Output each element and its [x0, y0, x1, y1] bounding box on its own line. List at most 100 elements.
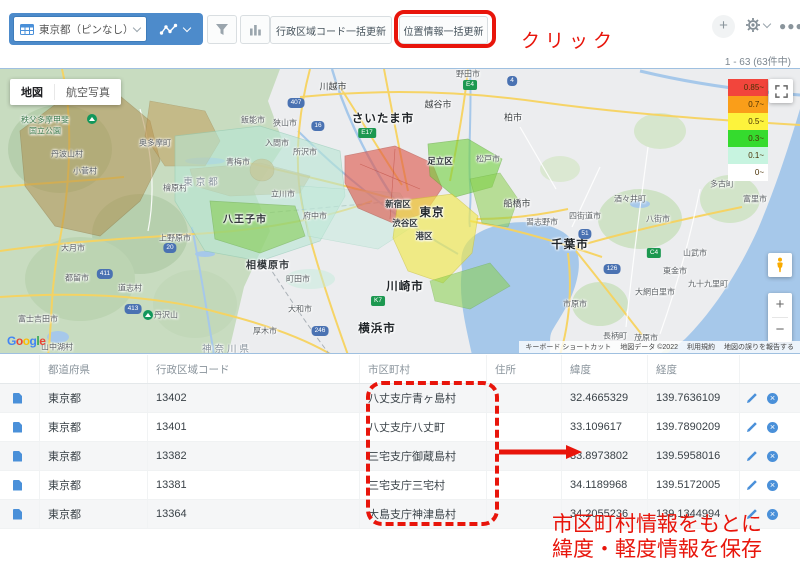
- location-update-button[interactable]: 位置情報一括更新: [399, 16, 488, 44]
- table-header-row: 都道府県 行政区域コード 市区町村 住所 緯度 経度: [0, 355, 800, 384]
- cell-city: 三宅支庁御蔵島村: [360, 442, 487, 470]
- cell-lng: 139.1344994: [648, 500, 740, 528]
- view-select-dropdown[interactable]: 東京都（ピンなし）: [13, 16, 147, 42]
- table-row[interactable]: 東京都 13381 三宅支庁三宅村 34.1189968 139.5172005 ×: [0, 471, 800, 500]
- cell-pref: 東京都: [40, 500, 148, 528]
- cell-code: 13401: [148, 413, 360, 441]
- zoom-control: + −: [768, 293, 792, 342]
- record-doc-icon[interactable]: [13, 421, 22, 433]
- delete-icon[interactable]: ×: [767, 479, 778, 491]
- legend-row: 0.5~: [728, 113, 768, 130]
- google-logo-letter: o: [15, 334, 23, 348]
- attribution-link[interactable]: キーボード ショートカット: [525, 342, 611, 352]
- edit-icon[interactable]: [746, 450, 758, 462]
- table-row[interactable]: 東京都 13401 八丈支庁八丈町 33.109617 139.7890209 ×: [0, 413, 800, 442]
- legend-row: 0.3~: [728, 130, 768, 147]
- record-doc-icon[interactable]: [13, 508, 22, 520]
- record-doc-icon[interactable]: [13, 479, 22, 491]
- record-pagination[interactable]: 1 - 63 (63件中): [725, 53, 791, 68]
- record-doc-icon[interactable]: [13, 450, 22, 462]
- toolbar: 東京都（ピンなし） 行政区域コード一括更新 位置情報一括更新 + ●●● 1 -…: [0, 0, 800, 68]
- cell-pref: 東京都: [40, 471, 148, 499]
- column-header: 緯度: [562, 355, 648, 383]
- zoom-in-button[interactable]: +: [768, 293, 792, 317]
- filter-icon: [216, 24, 228, 35]
- edit-icon[interactable]: [746, 508, 758, 520]
- column-header: 行政区域コード: [148, 355, 360, 383]
- pegman-control[interactable]: [768, 253, 792, 277]
- attribution-link[interactable]: 地図データ ©2022: [620, 342, 678, 352]
- column-header-empty: [0, 355, 40, 383]
- edit-icon[interactable]: [746, 421, 758, 433]
- row-actions: ×: [740, 471, 800, 499]
- legend-row: 0.7~: [728, 96, 768, 113]
- bar-chart-icon: [249, 25, 261, 36]
- cell-lng: 139.5172005: [648, 471, 740, 499]
- cell-pref: 東京都: [40, 442, 148, 470]
- cell-lat: 33.109617: [562, 413, 648, 441]
- settings-button[interactable]: [745, 17, 772, 33]
- column-header: 市区町村: [360, 355, 487, 383]
- admin-code-update-button[interactable]: 行政区域コード一括更新: [270, 16, 392, 44]
- cell-lng: 139.7890209: [648, 413, 740, 441]
- more-options-button[interactable]: ●●●: [779, 19, 800, 33]
- row-actions: ×: [740, 384, 800, 412]
- attribution-link[interactable]: 利用規約: [687, 342, 715, 352]
- zoom-out-button[interactable]: −: [768, 318, 792, 342]
- add-record-button[interactable]: +: [712, 15, 735, 38]
- graph-view-button[interactable]: [149, 16, 199, 42]
- cell-city: 八丈支庁八丈町: [360, 413, 487, 441]
- column-header: 都道府県: [40, 355, 148, 383]
- cell-address: [487, 384, 562, 412]
- pegman-icon: [777, 257, 783, 273]
- view-selector-group: 東京都（ピンなし）: [9, 13, 203, 45]
- table-view-icon: [20, 23, 34, 35]
- legend-row: 0~: [728, 164, 768, 181]
- map-legend: 0.85~ 0.7~ 0.5~ 0.3~ 0.1~ 0~: [728, 79, 768, 181]
- cell-lat: 33.8973802: [562, 442, 648, 470]
- cell-pref: 東京都: [40, 413, 148, 441]
- map-canvas[interactable]: [0, 69, 800, 354]
- cell-code: 13402: [148, 384, 360, 412]
- table-row[interactable]: 東京都 13402 八丈支庁青ヶ島村 32.4665329 139.7636109 ×: [0, 384, 800, 413]
- filter-button[interactable]: [207, 15, 237, 44]
- cell-lng: 139.5958016: [648, 442, 740, 470]
- chevron-down-icon: [762, 19, 772, 28]
- delete-icon[interactable]: ×: [767, 508, 778, 520]
- app-window: 東京都（ピンなし） 行政区域コード一括更新 位置情報一括更新 + ●●● 1 -…: [0, 0, 800, 573]
- google-logo-letter: o: [22, 334, 30, 348]
- record-doc-icon[interactable]: [13, 392, 22, 404]
- cell-city: 三宅支庁三宅村: [360, 471, 487, 499]
- column-header-empty: [740, 355, 800, 383]
- cell-lat: 32.4665329: [562, 384, 648, 412]
- record-table: 都道府県 行政区域コード 市区町村 住所 緯度 経度 東京都 13402 八丈支庁青ヶ島村 32…: [0, 355, 800, 529]
- attribution-link[interactable]: 地図の誤りを報告する: [724, 342, 794, 352]
- delete-icon[interactable]: ×: [767, 450, 778, 462]
- chart-button[interactable]: [240, 15, 270, 44]
- graph-icon: [159, 23, 177, 35]
- table-row[interactable]: 東京都 13382 三宅支庁御蔵島村 33.8973802 139.5958016 ×: [0, 442, 800, 471]
- delete-icon[interactable]: ×: [767, 421, 778, 433]
- map-type-map[interactable]: 地図: [10, 84, 54, 100]
- legend-row: 0.1~: [728, 147, 768, 164]
- cell-city: 大島支庁神津島村: [360, 500, 487, 528]
- fullscreen-button[interactable]: [769, 79, 793, 103]
- table-row[interactable]: 東京都 13364 大島支庁神津島村 34.2055236 139.1344994 ×: [0, 500, 800, 529]
- map-type-satellite[interactable]: 航空写真: [54, 84, 121, 100]
- cell-address: [487, 413, 562, 441]
- map-attribution: キーボード ショートカット 地図データ ©2022 利用規約 地図の誤りを報告する: [519, 341, 800, 353]
- row-actions: ×: [740, 442, 800, 470]
- row-actions: ×: [740, 413, 800, 441]
- note-line2: 緯度・軽度情報を保存: [552, 538, 762, 561]
- edit-icon[interactable]: [746, 392, 758, 404]
- cell-city: 八丈支庁青ヶ島村: [360, 384, 487, 412]
- fullscreen-icon: [774, 84, 788, 98]
- cell-address: [487, 442, 562, 470]
- edit-icon[interactable]: [746, 479, 758, 491]
- cell-code: 13382: [148, 442, 360, 470]
- google-logo: Google: [7, 334, 46, 348]
- delete-icon[interactable]: ×: [767, 392, 778, 404]
- cell-lat: 34.1189968: [562, 471, 648, 499]
- cell-address: [487, 500, 562, 528]
- google-logo-letter: e: [39, 334, 46, 348]
